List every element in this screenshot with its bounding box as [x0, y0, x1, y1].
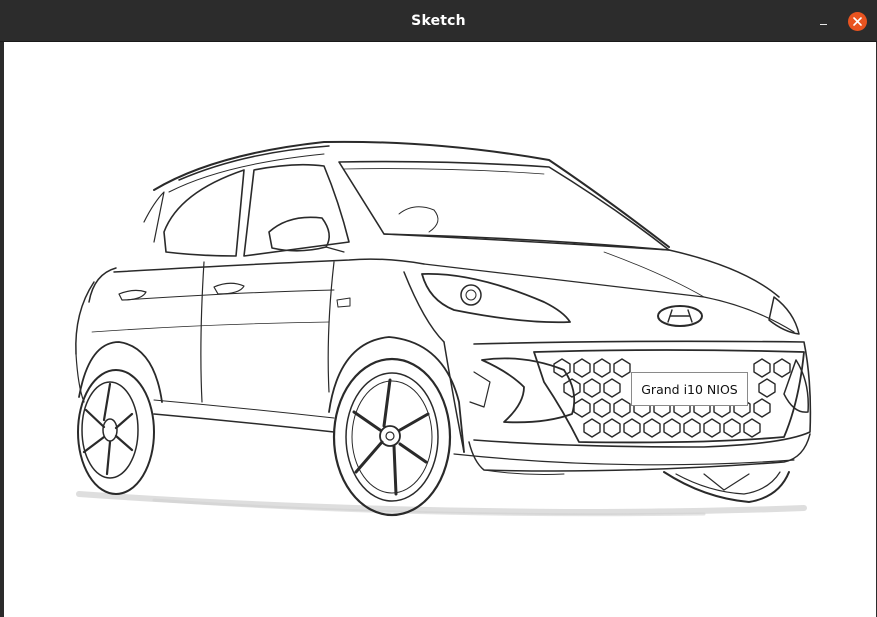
sketch-canvas: Grand i10 NIOS	[4, 42, 876, 617]
close-icon	[853, 17, 862, 26]
license-plate: Grand i10 NIOS	[631, 372, 748, 406]
title-bar[interactable]: Sketch	[0, 0, 877, 42]
app-window: Sketch Grand i10 NIOS	[0, 0, 877, 617]
minimize-icon	[820, 24, 827, 25]
window-title: Sketch	[411, 13, 466, 29]
close-button[interactable]	[848, 12, 867, 31]
car-sketch-image	[75, 140, 812, 517]
minimize-button[interactable]	[812, 10, 834, 32]
